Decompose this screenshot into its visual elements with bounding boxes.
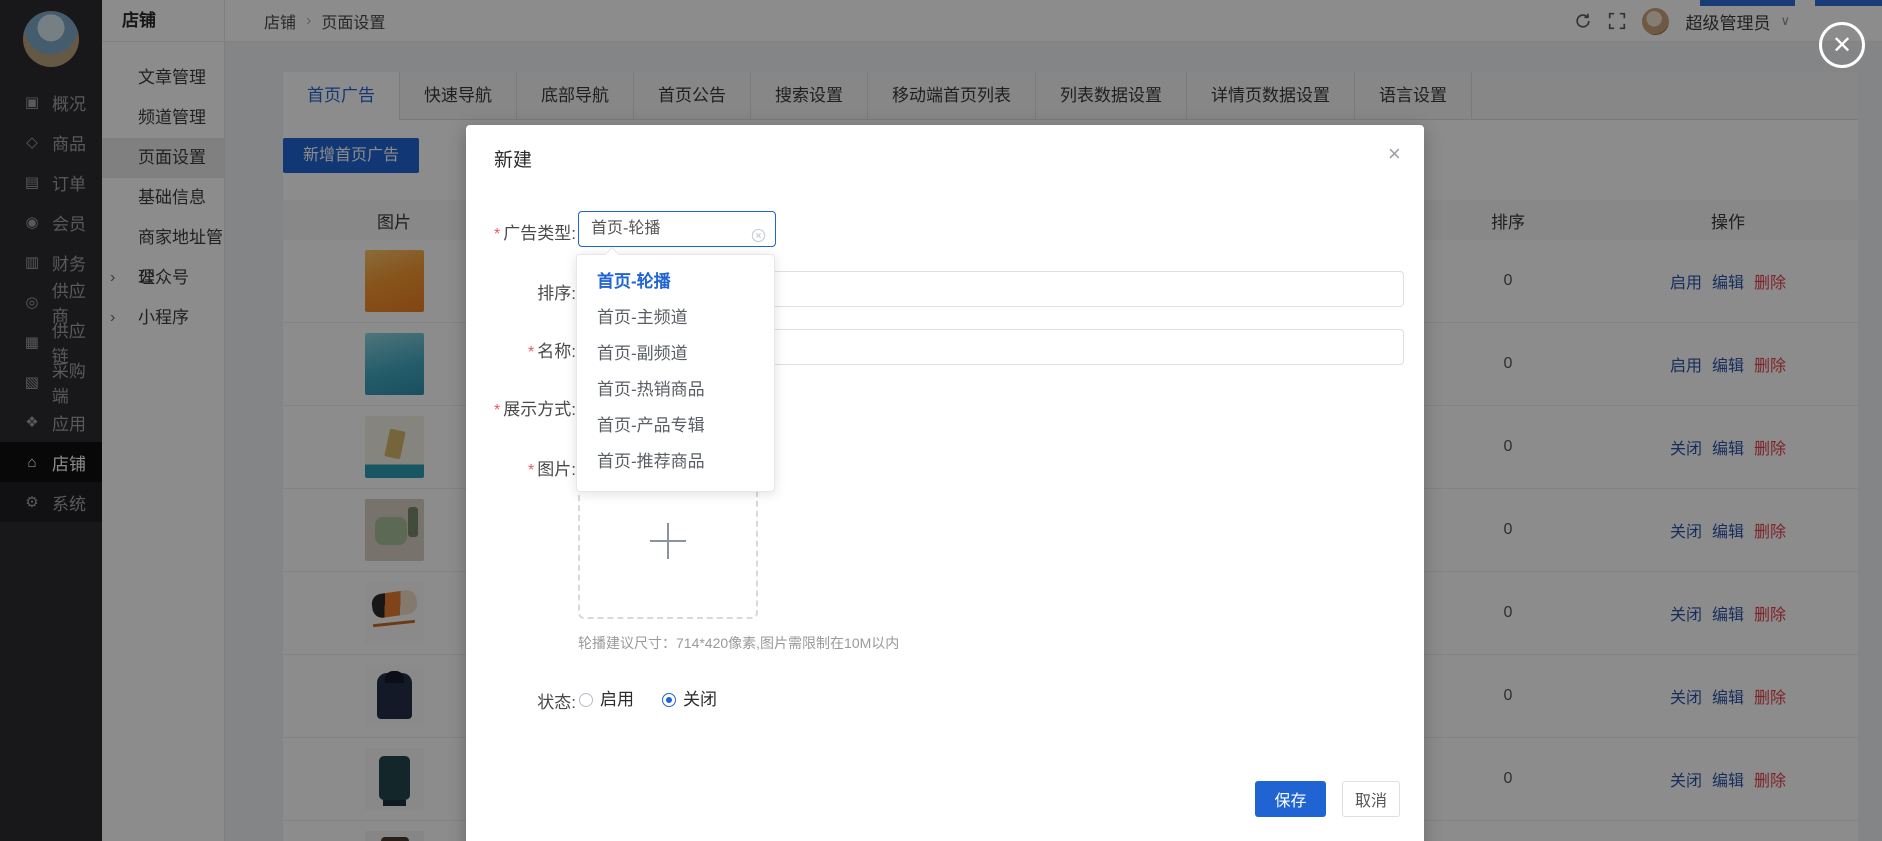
required-star: * [528,344,534,361]
dialog-close-icon[interactable]: × [1388,143,1401,165]
save-button[interactable]: 保存 [1255,781,1326,817]
dropdown-option-0[interactable]: 首页-轮播 [577,264,774,300]
close-icon: ✕ [1832,31,1852,60]
ad-type-dropdown: 首页-轮播首页-主频道首页-副频道首页-热销商品首页-产品专辑首页-推荐商品 [576,254,775,492]
ad-type-label: *广告类型: [472,219,576,244]
plus-icon [650,523,686,559]
dropdown-option-4[interactable]: 首页-产品专辑 [577,408,774,444]
status-row: 状态: 启用 关闭 [466,687,1424,713]
cancel-button[interactable]: 取消 [1342,781,1400,817]
dropdown-option-2[interactable]: 首页-副频道 [577,336,774,372]
display-mode-label: *展示方式: [472,395,576,420]
sort-label: 排序: [472,279,576,304]
required-star: * [528,462,534,479]
app-window: ▣概况◇商品▤订单◉会员▥财务◎供应商▦供应链▧采购端❖应用⌂店铺⚙系统 店铺 … [0,0,1882,841]
floating-close-button[interactable]: ✕ [1819,22,1865,68]
radio-disable-label[interactable]: 关闭 [683,687,717,713]
radio-enable[interactable] [579,693,593,707]
ad-type-select[interactable]: 首页-轮播 [578,211,776,247]
dropdown-option-3[interactable]: 首页-热销商品 [577,372,774,408]
ad-type-selected-value: 首页-轮播 [591,220,660,237]
status-label: 状态: [472,688,576,713]
dropdown-options: 首页-轮播首页-主频道首页-副频道首页-热销商品首页-产品专辑首页-推荐商品 [577,264,774,480]
clear-icon[interactable] [751,222,766,237]
name-label: *名称: [472,337,576,362]
dropdown-option-1[interactable]: 首页-主频道 [577,300,774,336]
radio-enable-label[interactable]: 启用 [600,687,634,713]
dropdown-arrow [605,247,619,261]
dialog-title: 新建 [494,145,532,172]
required-star: * [494,402,500,419]
upload-hint: 轮播建议尺寸：714*420像素,图片需限制在10M以内 [578,633,899,653]
radio-disable[interactable] [662,693,676,707]
dropdown-option-5[interactable]: 首页-推荐商品 [577,444,774,480]
required-star: * [494,226,500,243]
new-ad-dialog: 新建 × *广告类型: 首页-轮播 排序: *名称: *展示方式: *图片: [466,125,1424,841]
image-label: *图片: [472,455,576,480]
